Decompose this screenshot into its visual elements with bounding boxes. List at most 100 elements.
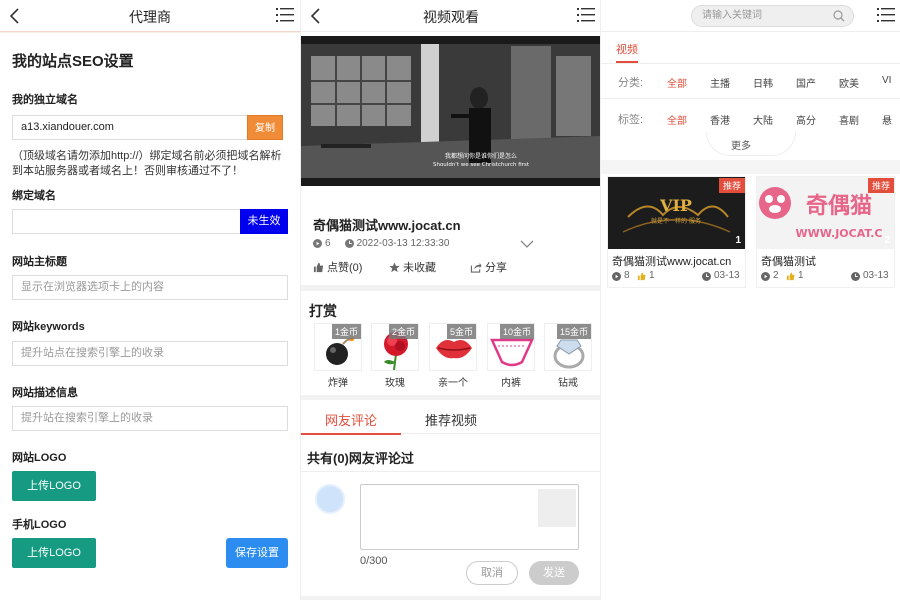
category-item[interactable]: 日韩 bbox=[753, 75, 773, 90]
video-watch-panel: 视频观看 我都想问你是谁你们是怎么 Shouldn't we see Chris… bbox=[300, 0, 600, 600]
video-card[interactable]: 奇偶猫 WWW.JOCAT.C 推荐 2 奇偶猫测试 2 1 03-13 bbox=[757, 177, 894, 287]
gift-name: 内裤 bbox=[501, 378, 521, 389]
logo-label: 网站LOGO bbox=[12, 452, 67, 464]
category-label: 分类: bbox=[618, 77, 644, 89]
search-placeholder: 请输入关键词 bbox=[702, 10, 762, 21]
avatar bbox=[315, 484, 345, 514]
thumb-sub-text: WWW.JOCAT.C bbox=[796, 227, 883, 240]
tab-recommend[interactable]: 推荐视频 bbox=[425, 410, 477, 429]
more-button[interactable]: 更多 bbox=[731, 137, 751, 152]
gift-underwear[interactable]: 10金币 内裤 bbox=[487, 323, 535, 389]
category-item[interactable]: 欧美 bbox=[839, 75, 859, 90]
video-player[interactable]: 我都想问你是谁你们是怎么 Shouldn't we see Christchur… bbox=[301, 36, 600, 186]
video-title: 奇偶猫测试www.jocat.cn bbox=[313, 218, 461, 233]
category-item[interactable]: 国产 bbox=[796, 75, 816, 90]
gift-ring[interactable]: 15金币 钻戒 bbox=[544, 323, 592, 389]
share-icon bbox=[470, 262, 482, 273]
search-icon[interactable] bbox=[833, 10, 845, 22]
divider bbox=[601, 160, 900, 174]
share-label: 分享 bbox=[485, 262, 507, 274]
tag-item[interactable]: 喜剧 bbox=[839, 112, 859, 127]
thumbs-up-icon bbox=[313, 262, 324, 272]
search-input[interactable]: 请输入关键词 bbox=[691, 5, 854, 27]
video-subtitle-en: Shouldn't we see Christchurch first bbox=[433, 162, 530, 168]
send-button[interactable]: 发送 bbox=[529, 561, 579, 585]
seo-header: 代理商 bbox=[0, 0, 300, 32]
upload-logo-button[interactable]: 上传LOGO bbox=[12, 471, 96, 501]
card-likes: 1 bbox=[798, 270, 804, 281]
tag-label: 标签: bbox=[618, 114, 644, 126]
thumbs-up-icon bbox=[637, 272, 646, 281]
play-count-icon bbox=[612, 272, 621, 281]
emoji-icon[interactable] bbox=[538, 489, 576, 527]
favorite-button[interactable]: 未收藏 bbox=[389, 259, 436, 275]
video-list-panel: 请输入关键词 视频 分类: 全部 主播 日韩 国产 欧美 VI 标签: 全部 香… bbox=[600, 0, 900, 600]
share-button[interactable]: 分享 bbox=[470, 259, 507, 275]
chevron-down-icon[interactable] bbox=[520, 240, 534, 248]
menu-list-icon[interactable] bbox=[276, 7, 294, 23]
clock-icon bbox=[344, 239, 354, 248]
tab-comments[interactable]: 网友评论 bbox=[325, 410, 377, 429]
list-header: 请输入关键词 bbox=[601, 0, 900, 32]
copy-button[interactable]: 复制 bbox=[247, 115, 283, 140]
cancel-button[interactable]: 取消 bbox=[466, 561, 518, 585]
gift-price: 5金币 bbox=[446, 324, 476, 339]
card-likes: 1 bbox=[649, 270, 655, 281]
category-item[interactable]: 全部 bbox=[667, 75, 687, 90]
menu-list-icon[interactable] bbox=[877, 7, 895, 23]
video-frame-image: 我都想问你是谁你们是怎么 Shouldn't we see Christchur… bbox=[301, 36, 600, 186]
site-title-field[interactable]: 显示在浏览器选项卡上的内容 bbox=[12, 275, 288, 300]
divider bbox=[601, 98, 900, 99]
description-field[interactable]: 提升站在搜索引擎上的收录 bbox=[12, 406, 288, 431]
divider bbox=[301, 285, 600, 291]
gift-kiss[interactable]: 5金币 亲一个 bbox=[429, 323, 477, 389]
page-title: 视频观看 bbox=[423, 9, 479, 25]
card-title[interactable]: 奇偶猫测试www.jocat.cn bbox=[612, 253, 731, 269]
favorite-label: 未收藏 bbox=[403, 262, 436, 274]
description-label: 网站描述信息 bbox=[12, 387, 78, 399]
divider bbox=[301, 471, 600, 472]
gift-price: 15金币 bbox=[556, 324, 591, 339]
thumb-sub-text: 就是不一样的 服务 bbox=[651, 217, 701, 225]
site-title-label: 网站主标题 bbox=[12, 256, 67, 268]
gift-bomb[interactable]: 1金币 炸弹 bbox=[314, 323, 362, 389]
keywords-field[interactable]: 提升站点在搜索引擎上的收录 bbox=[12, 341, 288, 366]
gift-rose[interactable]: 2金币 玫瑰 bbox=[371, 323, 419, 389]
category-item[interactable]: VI bbox=[882, 75, 891, 86]
divider bbox=[301, 596, 600, 600]
tab-video[interactable]: 视频 bbox=[616, 41, 638, 57]
clock-icon bbox=[851, 272, 860, 281]
category-item[interactable]: 主播 bbox=[710, 75, 730, 90]
tag-item[interactable]: 大陆 bbox=[753, 112, 773, 127]
bind-domain-field[interactable] bbox=[12, 209, 241, 234]
card-date: 03-13 bbox=[714, 270, 740, 281]
card-plays: 2 bbox=[773, 270, 779, 281]
video-datetime: 2022-03-13 12:33:30 bbox=[356, 238, 450, 249]
tag-item[interactable]: 香港 bbox=[710, 112, 730, 127]
tag-item[interactable]: 高分 bbox=[796, 112, 816, 127]
card-date: 03-13 bbox=[863, 270, 889, 281]
gift-name: 亲一个 bbox=[438, 378, 468, 389]
gift-name: 钻戒 bbox=[558, 378, 578, 389]
upload-mobile-logo-button[interactable]: 上传LOGO bbox=[12, 538, 96, 568]
card-index: 2 bbox=[884, 235, 890, 246]
card-index: 1 bbox=[735, 235, 741, 246]
tag-item[interactable]: 全部 bbox=[667, 112, 687, 127]
video-card[interactable]: VIP 就是不一样的 服务 推荐 1 奇偶猫测试www.jocat.cn 8 1… bbox=[608, 177, 745, 287]
gift-price: 1金币 bbox=[331, 324, 361, 339]
bind-status-button[interactable]: 未生效 bbox=[240, 209, 288, 234]
save-settings-button[interactable]: 保存设置 bbox=[226, 538, 288, 568]
menu-list-icon[interactable] bbox=[577, 7, 595, 23]
card-title[interactable]: 奇偶猫测试 bbox=[761, 253, 816, 269]
bind-domain-label: 绑定域名 bbox=[12, 190, 56, 202]
divider bbox=[301, 395, 600, 400]
comment-textarea[interactable] bbox=[360, 484, 579, 550]
like-button[interactable]: 点赞(0) bbox=[313, 259, 362, 275]
domain-field[interactable]: a13.xiandouer.com bbox=[12, 115, 248, 140]
tag-item[interactable]: 悬 bbox=[882, 112, 892, 127]
video-header: 视频观看 bbox=[301, 0, 600, 32]
divider bbox=[601, 63, 900, 64]
gift-name: 炸弹 bbox=[328, 378, 348, 389]
clock-icon bbox=[702, 272, 711, 281]
thumb-logo-text: 奇偶猫 bbox=[806, 193, 872, 219]
